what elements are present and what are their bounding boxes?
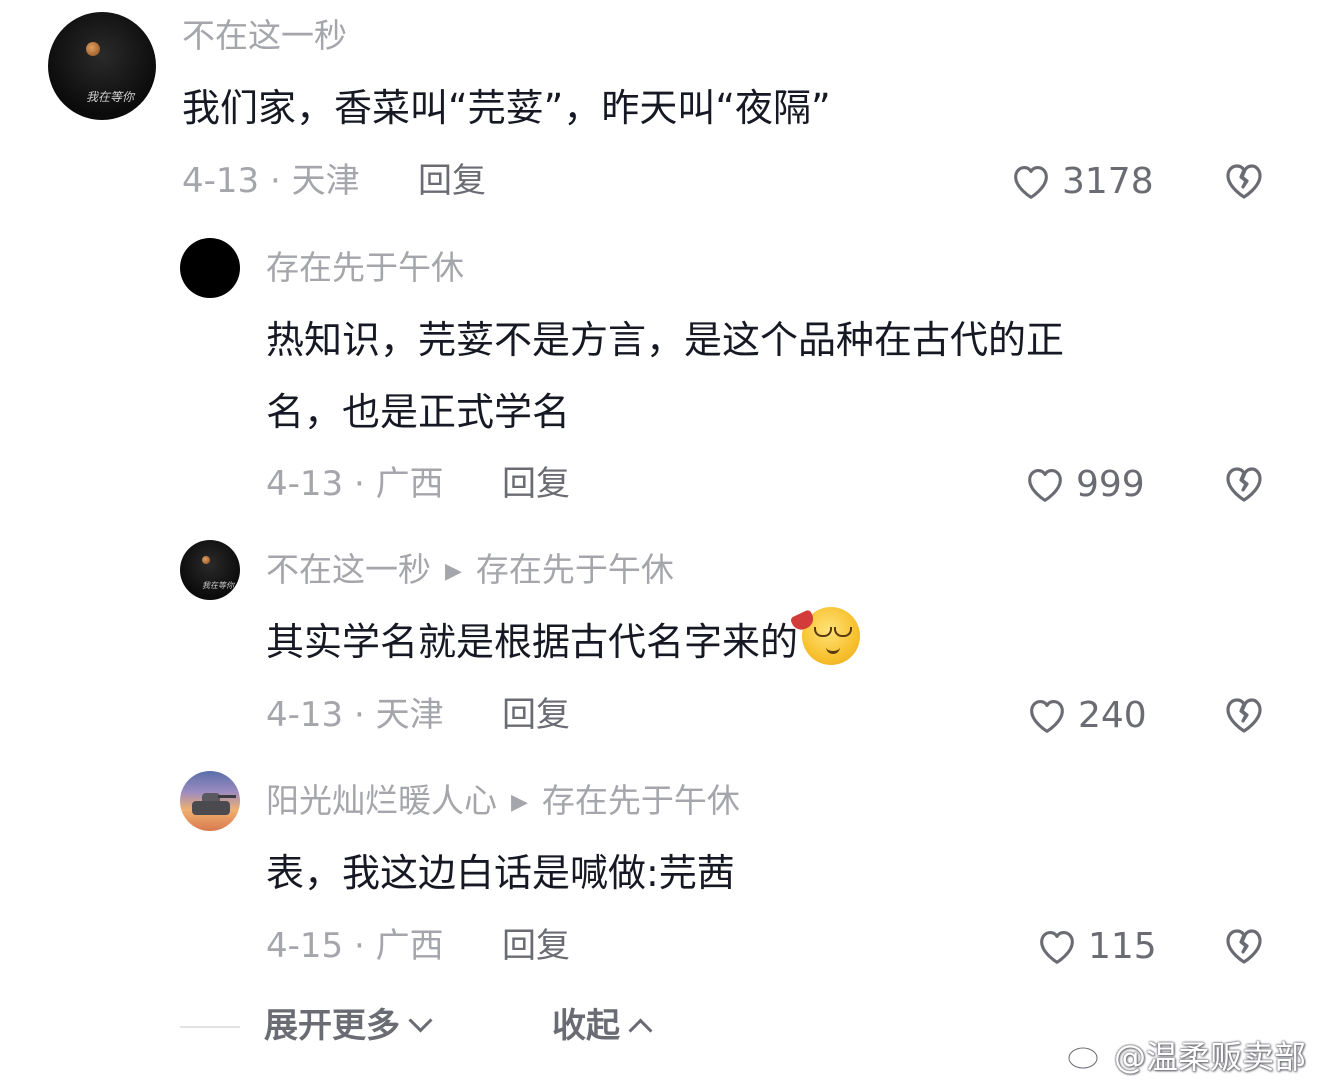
like-count: 3178 xyxy=(1062,160,1154,202)
avatar[interactable] xyxy=(180,771,240,831)
divider xyxy=(180,1026,240,1028)
avatar-scribble: 我在等你 xyxy=(86,90,135,104)
tipsy-face-emoji xyxy=(789,607,861,665)
reply-button[interactable]: 回复 xyxy=(418,161,486,201)
broken-heart-icon[interactable] xyxy=(1220,459,1268,507)
like-button[interactable]: 3178 xyxy=(1008,158,1154,204)
reply-button[interactable]: 回复 xyxy=(502,464,570,504)
watermark-text: @温柔贩卖部 xyxy=(1113,1038,1306,1076)
reply-target[interactable]: 存在先于午休 xyxy=(542,781,740,820)
like-count: 115 xyxy=(1088,925,1157,967)
reply-button[interactable]: 回复 xyxy=(502,695,570,735)
like-button[interactable]: 999 xyxy=(1022,461,1145,507)
comment-text-line-1: 热知识，芫荽不是方言，是这个品种在古代的正 xyxy=(266,318,1065,362)
broken-heart-icon[interactable] xyxy=(1220,690,1268,738)
avatar[interactable]: 我在等你 xyxy=(180,540,240,600)
comment-text: 我们家，香菜叫“芫荽”，昨天叫“夜隔” xyxy=(182,86,831,130)
comment-date-location: 4-13 · 天津 xyxy=(182,161,360,201)
comment-username[interactable]: 存在先于午休 xyxy=(266,248,464,288)
avatar[interactable] xyxy=(180,238,240,298)
collapse-button[interactable]: 收起 xyxy=(552,1004,653,1048)
reply-author[interactable]: 阳光灿烂暖人心 xyxy=(266,781,497,820)
like-button[interactable]: 240 xyxy=(1024,692,1147,738)
chevron-down-icon xyxy=(408,1008,433,1033)
comment-text-line-2: 名，也是正式学名 xyxy=(266,390,571,434)
comment-date-location: 4-13 · 广西 xyxy=(266,464,444,504)
like-count: 999 xyxy=(1076,463,1145,505)
play-arrow-icon: ▶ xyxy=(511,790,528,815)
reply-author[interactable]: 不在这一秒 xyxy=(266,550,431,589)
reply-target[interactable]: 存在先于午休 xyxy=(476,550,674,589)
comment-username: 不在这一秒 ▶ 存在先于午休 xyxy=(266,550,674,592)
like-button[interactable]: 115 xyxy=(1034,923,1157,969)
reply-button[interactable]: 回复 xyxy=(502,926,570,966)
chevron-up-icon xyxy=(628,1018,653,1043)
avatar[interactable]: 我在等你 xyxy=(48,12,156,120)
like-count: 240 xyxy=(1078,694,1147,736)
comment-text: 表，我这边白话是喊做:芫茜 xyxy=(266,851,735,895)
play-arrow-icon: ▶ xyxy=(445,559,462,584)
heart-icon xyxy=(1014,166,1048,199)
comment-username[interactable]: 不在这一秒 xyxy=(182,16,347,56)
avatar-scribble: 我在等你 xyxy=(202,581,234,590)
comment-date-location: 4-15 · 广西 xyxy=(266,926,444,966)
expand-more-button[interactable]: 展开更多 xyxy=(264,1004,433,1048)
heart-icon xyxy=(1040,931,1074,964)
broken-heart-icon[interactable] xyxy=(1220,156,1268,204)
weibo-icon xyxy=(1067,1042,1103,1070)
heart-icon xyxy=(1030,700,1064,733)
comment-text: 其实学名就是根据古代名字来的 xyxy=(266,606,861,678)
watermark: @温柔贩卖部 xyxy=(1066,1032,1306,1078)
comment-date-location: 4-13 · 天津 xyxy=(266,695,444,735)
comment-username: 阳光灿烂暖人心 ▶ 存在先于午休 xyxy=(266,781,740,823)
broken-heart-icon[interactable] xyxy=(1220,921,1268,969)
heart-icon xyxy=(1028,469,1062,502)
